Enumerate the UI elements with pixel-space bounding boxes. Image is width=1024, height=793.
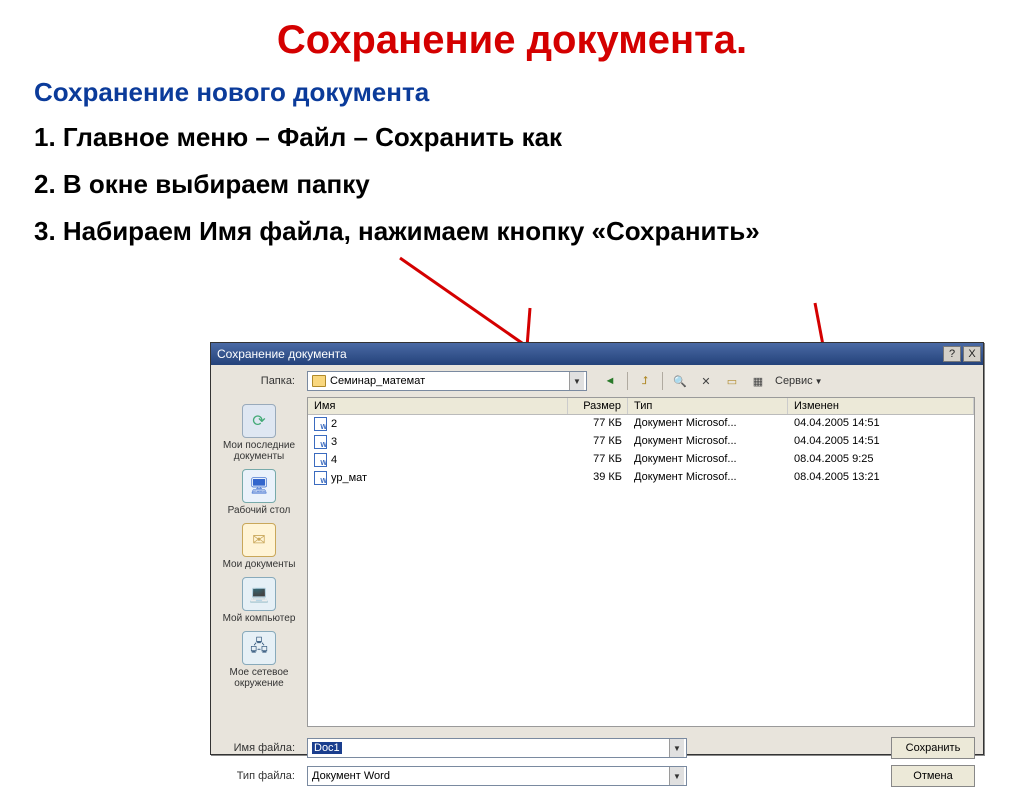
filename-label: Имя файла:: [225, 742, 299, 754]
folder-value: Семинар_математ: [330, 375, 425, 387]
place-network[interactable]: 🖧 Мое сетевое окружение: [217, 628, 301, 691]
file-name: ур_мат: [331, 472, 367, 484]
col-modified[interactable]: Изменен: [788, 398, 974, 414]
word-doc-icon: [314, 435, 327, 449]
cancel-button[interactable]: Отмена: [891, 765, 975, 787]
network-icon: 🖧: [242, 631, 276, 665]
help-button[interactable]: ?: [943, 346, 961, 362]
close-button[interactable]: X: [963, 346, 981, 362]
file-modified: 08.04.2005 13:21: [788, 470, 974, 486]
col-name[interactable]: Имя: [308, 398, 568, 414]
places-bar: ⟳ Мои последние документы 🖥 Рабочий стол…: [211, 397, 307, 727]
file-row[interactable]: 2 77 КБДокумент Microsof...04.04.2005 14:…: [308, 415, 974, 433]
file-modified: 04.04.2005 14:51: [788, 434, 974, 450]
place-recent[interactable]: ⟳ Мои последние документы: [217, 401, 301, 464]
separator: [662, 372, 663, 390]
mydocs-icon: ✉: [242, 523, 276, 557]
chevron-down-icon[interactable]: ▼: [669, 767, 684, 785]
separator: [627, 372, 628, 390]
back-icon[interactable]: ◄: [601, 372, 619, 390]
tools-menu[interactable]: Сервис▼: [775, 375, 823, 387]
file-name: 3: [331, 436, 337, 448]
folder-icon: [312, 375, 326, 387]
file-row[interactable]: ур_мат 39 КБДокумент Microsof...08.04.200…: [308, 469, 974, 487]
save-dialog: Сохранение документа ? X Папка: Семинар_…: [210, 342, 984, 755]
mycomputer-icon: 💻: [242, 577, 276, 611]
file-size: 77 КБ: [568, 416, 628, 432]
save-button[interactable]: Сохранить: [891, 737, 975, 759]
place-label: Мое сетевое окружение: [230, 667, 289, 689]
filetype-combo[interactable]: Документ Word ▼: [307, 766, 687, 786]
step-2: 2. В окне выбираем папку: [34, 169, 1024, 200]
new-folder-icon[interactable]: ▭: [723, 372, 741, 390]
file-type: Документ Microsof...: [628, 452, 788, 468]
word-doc-icon: [314, 453, 327, 467]
step-1: 1. Главное меню – Файл – Сохранить как: [34, 122, 1024, 153]
desktop-icon: 🖥: [242, 469, 276, 503]
filetype-label: Тип файла:: [225, 770, 299, 782]
place-label: Рабочий стол: [228, 505, 291, 516]
file-modified: 04.04.2005 14:51: [788, 416, 974, 432]
word-doc-icon: [314, 417, 327, 431]
col-size[interactable]: Размер: [568, 398, 628, 414]
filetype-value: Документ Word: [312, 770, 669, 782]
recent-icon: ⟳: [242, 404, 276, 438]
search-icon[interactable]: 🔍: [671, 372, 689, 390]
place-label: Мои документы: [223, 559, 296, 570]
up-one-level-icon[interactable]: ⮥: [636, 372, 654, 390]
file-name: 2: [331, 418, 337, 430]
file-row[interactable]: 3 77 КБДокумент Microsof...04.04.2005 14:…: [308, 433, 974, 451]
column-headers[interactable]: Имя Размер Тип Изменен: [308, 398, 974, 415]
step-3: 3. Набираем Имя файла, нажимаем кнопку «…: [34, 216, 1024, 247]
file-size: 77 КБ: [568, 452, 628, 468]
folder-label: Папка:: [225, 375, 299, 387]
filename-input[interactable]: Doc1 ▼: [307, 738, 687, 758]
delete-icon[interactable]: ✕: [697, 372, 715, 390]
word-doc-icon: [314, 471, 327, 485]
slide-subtitle: Сохранение нового документа: [34, 77, 1024, 108]
file-name: 4: [331, 454, 337, 466]
file-modified: 08.04.2005 9:25: [788, 452, 974, 468]
place-mydocs[interactable]: ✉ Мои документы: [217, 520, 301, 572]
place-mycomputer[interactable]: 💻 Мой компьютер: [217, 574, 301, 626]
file-type: Документ Microsof...: [628, 416, 788, 432]
file-size: 77 КБ: [568, 434, 628, 450]
folder-combo[interactable]: Семинар_математ ▼: [307, 371, 587, 391]
chevron-down-icon[interactable]: ▼: [569, 372, 584, 390]
views-icon[interactable]: ▦: [749, 372, 767, 390]
place-label: Мои последние документы: [223, 440, 295, 462]
col-type[interactable]: Тип: [628, 398, 788, 414]
file-size: 39 КБ: [568, 470, 628, 486]
place-desktop[interactable]: 🖥 Рабочий стол: [217, 466, 301, 518]
file-type: Документ Microsof...: [628, 434, 788, 450]
chevron-down-icon[interactable]: ▼: [669, 739, 684, 757]
slide-title: Сохранение документа.: [0, 18, 1024, 63]
filename-value: Doc1: [312, 742, 342, 754]
place-label: Мой компьютер: [223, 613, 296, 624]
dialog-toolbar: Папка: Семинар_математ ▼ ◄ ⮥ 🔍 ✕ ▭ ▦ Сер…: [211, 365, 983, 397]
dialog-title: Сохранение документа: [217, 347, 347, 361]
file-list: Имя Размер Тип Изменен 277 КБДокумент Mi…: [307, 397, 975, 727]
file-row[interactable]: 4 77 КБДокумент Microsof...08.04.2005 9:2…: [308, 451, 974, 469]
dialog-titlebar: Сохранение документа ? X: [211, 343, 983, 365]
file-type: Документ Microsof...: [628, 470, 788, 486]
